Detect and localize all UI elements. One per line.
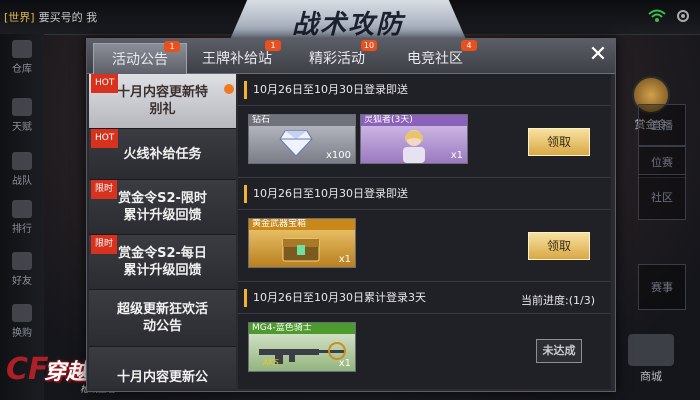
chat-channel-tag: [世界]	[4, 11, 35, 24]
rank-icon	[12, 200, 32, 218]
rail-item-team[interactable]: 战队	[2, 152, 42, 187]
warehouse-icon	[12, 40, 32, 58]
settings-icon[interactable]	[674, 8, 692, 24]
reward-name: MG4-蓝色骑士	[249, 323, 355, 334]
character-icon	[403, 130, 425, 163]
rail-item-warehouse[interactable]: 仓库	[2, 40, 42, 75]
list-item[interactable]: HOT 十月内容更新特别礼	[89, 74, 236, 129]
reward-qty: x1	[338, 254, 351, 265]
svg-text:AKS: AKS	[262, 358, 279, 367]
tab-badge: 10	[361, 40, 377, 51]
section-title: 10月26日至10月30日登录即送	[244, 81, 408, 99]
reward-name: 灵狐者(3天)	[361, 115, 467, 126]
chat-message: 要买号的 我	[38, 11, 98, 24]
list-item[interactable]: 超级更新狂欢活动公告	[89, 290, 236, 347]
reward-card[interactable]: MG4-蓝色骑士 AKS x1	[248, 322, 356, 372]
banner-title: 战术攻防	[291, 9, 404, 40]
divider	[238, 177, 611, 178]
close-icon[interactable]: ✕	[587, 44, 609, 66]
tab-bar: 活动公告 1 王牌补给站 1 精彩活动 10 电竞社区 4 ✕	[87, 39, 615, 74]
not-achieved-status: 未达成	[536, 339, 582, 363]
chest-icon	[282, 238, 320, 262]
mall-button[interactable]: 商城	[608, 334, 694, 384]
world-chat[interactable]: [世界] 要买号的 我	[4, 9, 97, 25]
left-rail: 仓库 天赋 战队 排行 好友 换购	[0, 34, 44, 400]
reward-card[interactable]: 灵狐者(3天) x1	[360, 114, 468, 164]
tab-badge: 4	[461, 40, 477, 51]
diamond-icon	[279, 130, 313, 157]
limited-badge: 限时	[91, 235, 118, 254]
reward-card[interactable]: 钻石 x100	[248, 114, 356, 164]
reward-qty: x1	[338, 358, 351, 369]
exchange-icon	[12, 304, 32, 322]
reward-qty: x100	[325, 150, 351, 161]
tab-badge: 1	[265, 40, 281, 51]
reward-name: 钻石	[249, 115, 355, 126]
rail-item-exchange[interactable]: 换购	[2, 304, 42, 339]
list-item[interactable]: 限时 赏金令S2-每日累计升级回馈	[89, 235, 236, 290]
cf-logo-icon: CF	[6, 352, 49, 387]
events-button[interactable]: 赛事	[638, 264, 686, 310]
reward-name: 黄金武器宝箱	[249, 219, 355, 230]
progress-text: 当前进度:(1/3)	[521, 294, 595, 307]
friends-icon	[12, 252, 32, 270]
tab-esports[interactable]: 电竞社区 4	[387, 40, 483, 73]
reward-qty: x1	[450, 150, 463, 161]
notification-dot-icon	[224, 84, 234, 94]
rail-item-talent[interactable]: 天赋	[2, 98, 42, 133]
list-item[interactable]: 限时 赏金令S2-限时累计升级回馈	[89, 180, 236, 235]
mall-icon	[628, 334, 674, 366]
system-status	[648, 8, 692, 24]
limited-badge: 限时	[91, 180, 118, 199]
tab-announcements[interactable]: 活动公告 1	[93, 41, 187, 74]
hot-badge: HOT	[91, 74, 119, 93]
divider	[238, 281, 611, 282]
claim-button[interactable]: 领取	[528, 232, 590, 260]
community-button[interactable]: 社区	[638, 174, 686, 220]
divider	[238, 105, 611, 106]
right-rail: 赏金令 直播 位赛 社区 赛事 商城	[608, 34, 700, 400]
rifle-icon: AKS	[259, 342, 346, 367]
list-item[interactable]: 十月内容更新公	[89, 347, 236, 389]
divider	[238, 313, 611, 314]
section-title: 10月26日至10月30日登录即送	[244, 185, 408, 203]
talent-icon	[12, 98, 32, 116]
reward-card[interactable]: 黄金武器宝箱 x1	[248, 218, 356, 268]
team-icon	[12, 152, 32, 170]
divider	[238, 209, 611, 210]
claim-button[interactable]: 领取	[528, 128, 590, 156]
rail-item-friends[interactable]: 好友	[2, 252, 42, 287]
tab-events[interactable]: 精彩活动 10	[289, 40, 385, 73]
tab-supply-station[interactable]: 王牌补给站 1	[189, 40, 285, 73]
rail-item-rank[interactable]: 排行	[2, 200, 42, 235]
hot-badge: HOT	[91, 129, 119, 148]
announcement-list[interactable]: HOT 十月内容更新特别礼 HOT 火线补给任务 限时 赏金令S2-限时累计升级…	[89, 74, 236, 389]
event-dialog: 活动公告 1 王牌补给站 1 精彩活动 10 电竞社区 4 ✕ HOT 十月内容…	[86, 38, 616, 392]
list-item[interactable]: HOT 火线补给任务	[89, 129, 236, 180]
tab-badge: 1	[164, 41, 180, 52]
live-button[interactable]: 直播	[638, 104, 686, 146]
wifi-icon	[648, 9, 666, 22]
reward-content[interactable]: 10月26日至10月30日登录即送 钻石 x100 灵狐者(3天) x1 领取 …	[238, 74, 611, 389]
section-title: 10月26日至10月30日累计登录3天	[244, 289, 426, 307]
